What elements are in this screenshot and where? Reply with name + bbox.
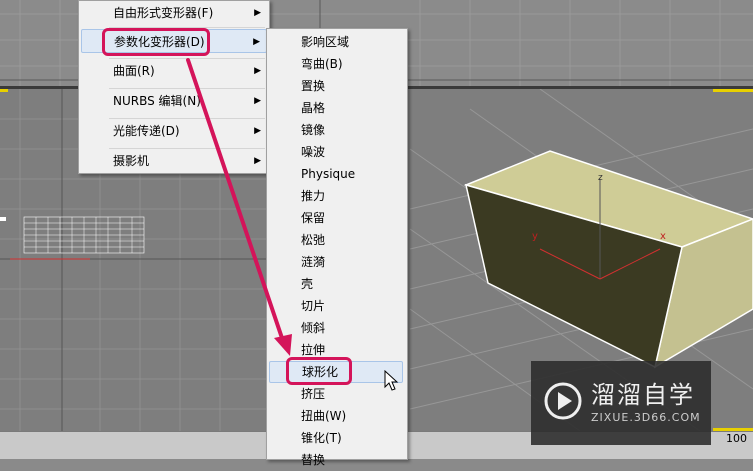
mouse-cursor-icon (384, 370, 399, 391)
watermark-subtitle: ZIXUE.3D66.COM (591, 411, 701, 424)
watermark-title: 溜溜自学 (591, 381, 695, 409)
play-logo-icon (544, 382, 582, 420)
watermark: 溜溜自学 ZIXUE.3D66.COM (531, 361, 711, 445)
